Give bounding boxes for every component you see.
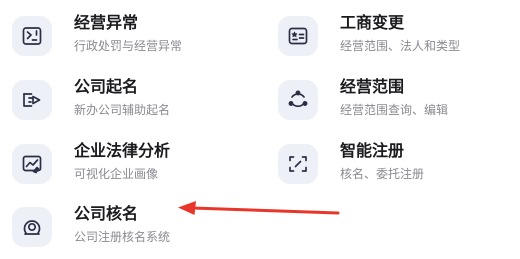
tag-pencil-icon	[12, 80, 52, 120]
service-subtitle: 可视化企业画像	[74, 167, 159, 181]
chart-analysis-icon	[12, 144, 52, 184]
scope-circle-icon	[278, 80, 318, 120]
service-title: 企业法律分析	[74, 141, 171, 160]
service-subtitle: 公司注册核名系统	[74, 230, 171, 244]
service-title: 经营范围	[340, 77, 405, 96]
name-check-icon	[12, 207, 52, 247]
service-title: 智能注册	[340, 141, 405, 160]
service-subtitle: 经营范围查询、编辑	[340, 103, 449, 117]
notice-report-icon	[12, 16, 52, 56]
service-subtitle: 行政处罚与经营异常	[74, 39, 183, 53]
service-subtitle: 核名、委托注册	[340, 167, 425, 181]
service-subtitle: 新办公司辅助起名	[74, 103, 171, 117]
service-title: 工商变更	[340, 13, 405, 32]
service-item-business-change[interactable]: 工商变更 经营范围、法人和类型	[272, 12, 520, 68]
change-card-icon	[278, 16, 318, 56]
service-item-company-name-check[interactable]: 公司核名 公司注册核名系统	[6, 203, 256, 259]
service-subtitle: 经营范围、法人和类型	[340, 39, 461, 53]
service-title: 公司起名	[74, 77, 139, 96]
scan-frame-icon	[278, 144, 318, 184]
service-item-legal-analysis[interactable]: 企业法律分析 可视化企业画像	[6, 140, 256, 196]
service-item-smart-registration[interactable]: 智能注册 核名、委托注册	[272, 140, 520, 196]
service-item-business-abnormal[interactable]: 经营异常 行政处罚与经营异常	[6, 12, 256, 68]
service-title: 经营异常	[74, 13, 139, 32]
service-title: 公司核名	[74, 204, 139, 223]
service-item-business-scope[interactable]: 经营范围 经营范围查询、编辑	[272, 76, 520, 132]
service-item-company-naming[interactable]: 公司起名 新办公司辅助起名	[6, 76, 256, 132]
